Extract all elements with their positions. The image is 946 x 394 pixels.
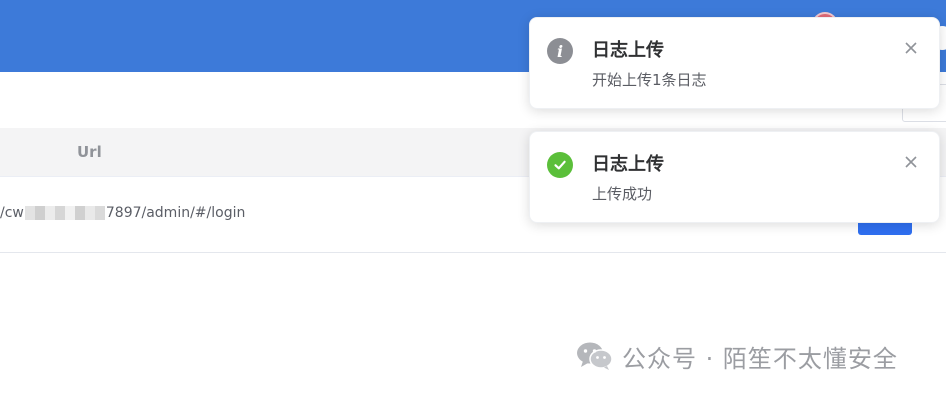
watermark-text: 公众号 · 陌笙不太懂安全 bbox=[622, 344, 898, 373]
close-icon[interactable] bbox=[902, 154, 920, 172]
cell-url: /cw 7897/admin/#/login bbox=[0, 205, 245, 221]
url-prefix: /cw bbox=[0, 205, 24, 221]
watermark: 公众号 · 陌笙不太懂安全 bbox=[576, 338, 898, 374]
notification-success: 日志上传 上传成功 bbox=[529, 131, 940, 223]
notification-title: 日志上传 bbox=[592, 154, 664, 175]
info-icon: i bbox=[547, 38, 573, 64]
wechat-icon bbox=[576, 341, 614, 371]
check-icon bbox=[547, 152, 573, 178]
redacted-mosaic bbox=[24, 206, 105, 220]
app-page: Url /cw 7897/admin/#/login i 日志上传 开始上传1条… bbox=[0, 0, 946, 394]
notification-info: i 日志上传 开始上传1条日志 bbox=[529, 17, 940, 109]
url-suffix: 7897/admin/#/login bbox=[105, 205, 246, 221]
close-icon[interactable] bbox=[902, 40, 920, 58]
notification-title: 日志上传 bbox=[592, 40, 664, 61]
notification-message: 开始上传1条日志 bbox=[592, 71, 707, 89]
column-header-url: Url bbox=[77, 143, 102, 161]
notification-message: 上传成功 bbox=[592, 185, 653, 203]
